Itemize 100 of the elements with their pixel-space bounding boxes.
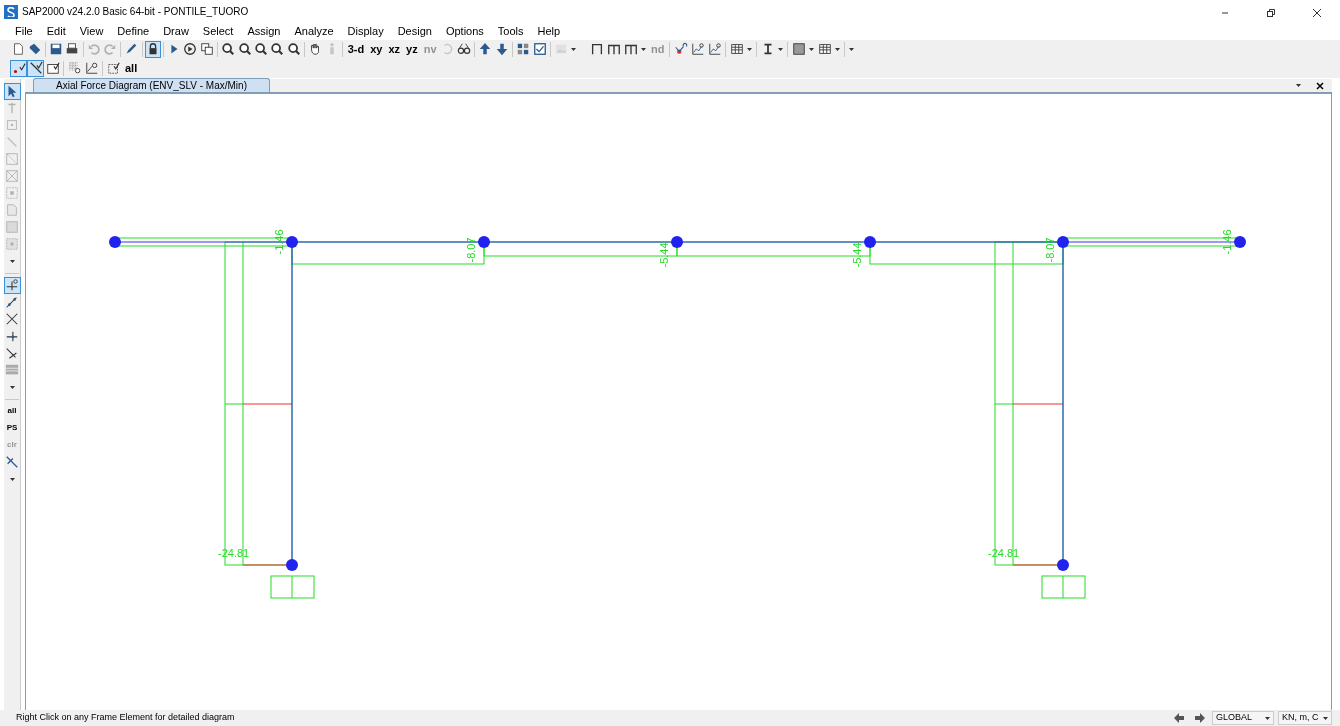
- caret-icon: [809, 47, 815, 51]
- menu-item[interactable]: Define: [110, 23, 157, 38]
- zoom-icon: [270, 42, 285, 57]
- frame-icon: [589, 42, 604, 57]
- menu-item[interactable]: Assign: [240, 23, 288, 38]
- zoom-icon: [286, 42, 301, 57]
- toolbar-button[interactable]: [182, 40, 199, 58]
- joint-icon: [673, 42, 688, 57]
- force-value: -24.81: [988, 546, 1020, 559]
- zoom-icon: [221, 42, 236, 57]
- square-icon: [5, 220, 19, 235]
- square-icon: [791, 42, 806, 57]
- arrow-left-icon: [1172, 712, 1185, 725]
- grid-zoom-icon: [67, 61, 82, 76]
- toolbar-button[interactable]: [220, 40, 237, 58]
- point-icon: [5, 118, 19, 133]
- zoom-icon: [254, 42, 268, 57]
- save-icon: [48, 42, 63, 57]
- toolbar-button[interactable]: 3-d: [344, 40, 368, 58]
- caret-icon: [641, 47, 646, 51]
- force-value: -8.07: [1044, 237, 1056, 263]
- arrow-up-icon: [478, 42, 493, 57]
- toolbar-button[interactable]: [285, 40, 302, 58]
- caret-icon: [778, 47, 784, 51]
- toolbar-button[interactable]: [3, 276, 21, 294]
- zoom-icon: [237, 42, 252, 57]
- point-select-icon: [11, 61, 26, 76]
- force-value: -8.07: [465, 237, 477, 263]
- toolbar-button[interactable]: [27, 59, 44, 77]
- toolbar-button[interactable]: [236, 40, 253, 58]
- caret-icon: [9, 477, 15, 481]
- area-icon: [5, 152, 19, 167]
- checkbox-icon: [532, 42, 547, 57]
- menu-item[interactable]: Analyze: [287, 23, 341, 38]
- caret-icon: [9, 385, 15, 389]
- toolbar-button[interactable]: [144, 40, 161, 58]
- toolbar-button[interactable]: PS: [3, 419, 21, 437]
- glasses-icon: [457, 42, 472, 57]
- toolbar-button[interactable]: [252, 40, 270, 58]
- close-icon: [1315, 81, 1324, 90]
- caret-icon: [835, 47, 841, 51]
- restore-icon: [1265, 6, 1277, 19]
- status-message: Right Click on any Frame Element for detailed diagram: [16, 711, 235, 725]
- force-value: -1.46: [273, 229, 285, 255]
- toolbar-button[interactable]: xy: [367, 40, 386, 58]
- chart-icon: [690, 42, 705, 57]
- window-title: SAP2000 v24.2.0 Basic 64-bit - PONTILE_TUORO: [22, 5, 249, 20]
- windows-icon: [199, 42, 214, 57]
- toolbar-button[interactable]: xz: [385, 40, 404, 58]
- perpendicular-icon: [5, 329, 19, 344]
- undo-icon: [86, 42, 101, 57]
- table-icon: [817, 42, 832, 57]
- frame-icon: [623, 42, 638, 57]
- toolbar-button[interactable]: [531, 40, 548, 58]
- app-logo: [4, 4, 18, 19]
- intersection-icon: [5, 312, 19, 327]
- toolbar-button[interactable]: [269, 40, 286, 58]
- dashed-box-icon: [106, 61, 121, 76]
- toolbar-button[interactable]: [3, 82, 21, 100]
- line-select-icon: [28, 61, 43, 76]
- menu-item[interactable]: Select: [195, 23, 241, 38]
- arrow-down-icon: [494, 42, 509, 57]
- snap-icon: [5, 278, 19, 293]
- grid-icon: [516, 42, 531, 57]
- solid-icon: [5, 237, 19, 252]
- force-value: -5.44: [851, 242, 863, 268]
- menu-item[interactable]: Help: [530, 23, 568, 38]
- menu-item[interactable]: Design: [390, 23, 439, 38]
- menu-item[interactable]: File: [8, 23, 40, 38]
- extension-icon: [5, 346, 19, 361]
- select-intersect-icon: [5, 455, 19, 470]
- chart-icon: [707, 42, 722, 57]
- coordinate-system-select[interactable]: GLOBAL: [1212, 711, 1274, 726]
- force-value: -24.81: [218, 546, 250, 559]
- area-icon: [5, 186, 19, 201]
- menu-item[interactable]: View: [72, 23, 111, 38]
- caret-icon: [1296, 84, 1301, 88]
- sheet-icon: [5, 203, 19, 218]
- caret-icon: [849, 47, 855, 51]
- menu-item[interactable]: Display: [340, 23, 391, 38]
- caret-icon: [9, 259, 15, 263]
- toolbar-button[interactable]: all: [122, 59, 141, 77]
- toolbar-button[interactable]: [10, 59, 27, 77]
- chart-zoom-icon: [84, 61, 99, 76]
- force-value: -1.46: [1221, 229, 1233, 255]
- units-select[interactable]: KN, m, C: [1278, 711, 1332, 726]
- caret-icon: [570, 47, 576, 51]
- menu-item[interactable]: Edit: [39, 23, 73, 38]
- toolbar-button[interactable]: all: [4, 402, 20, 420]
- toolbar-button[interactable]: yz: [403, 40, 421, 58]
- table-icon: [729, 42, 744, 57]
- toolbar-button[interactable]: [198, 40, 216, 58]
- force-value: -5.44: [658, 242, 670, 268]
- frame-icon: [606, 42, 621, 57]
- menu-item[interactable]: Tools: [490, 23, 531, 38]
- caret-icon: [747, 47, 753, 51]
- close-icon: [1311, 6, 1323, 19]
- area-icon: [5, 169, 19, 184]
- menu-item[interactable]: Options: [438, 23, 491, 38]
- menu-item[interactable]: Draw: [156, 23, 196, 38]
